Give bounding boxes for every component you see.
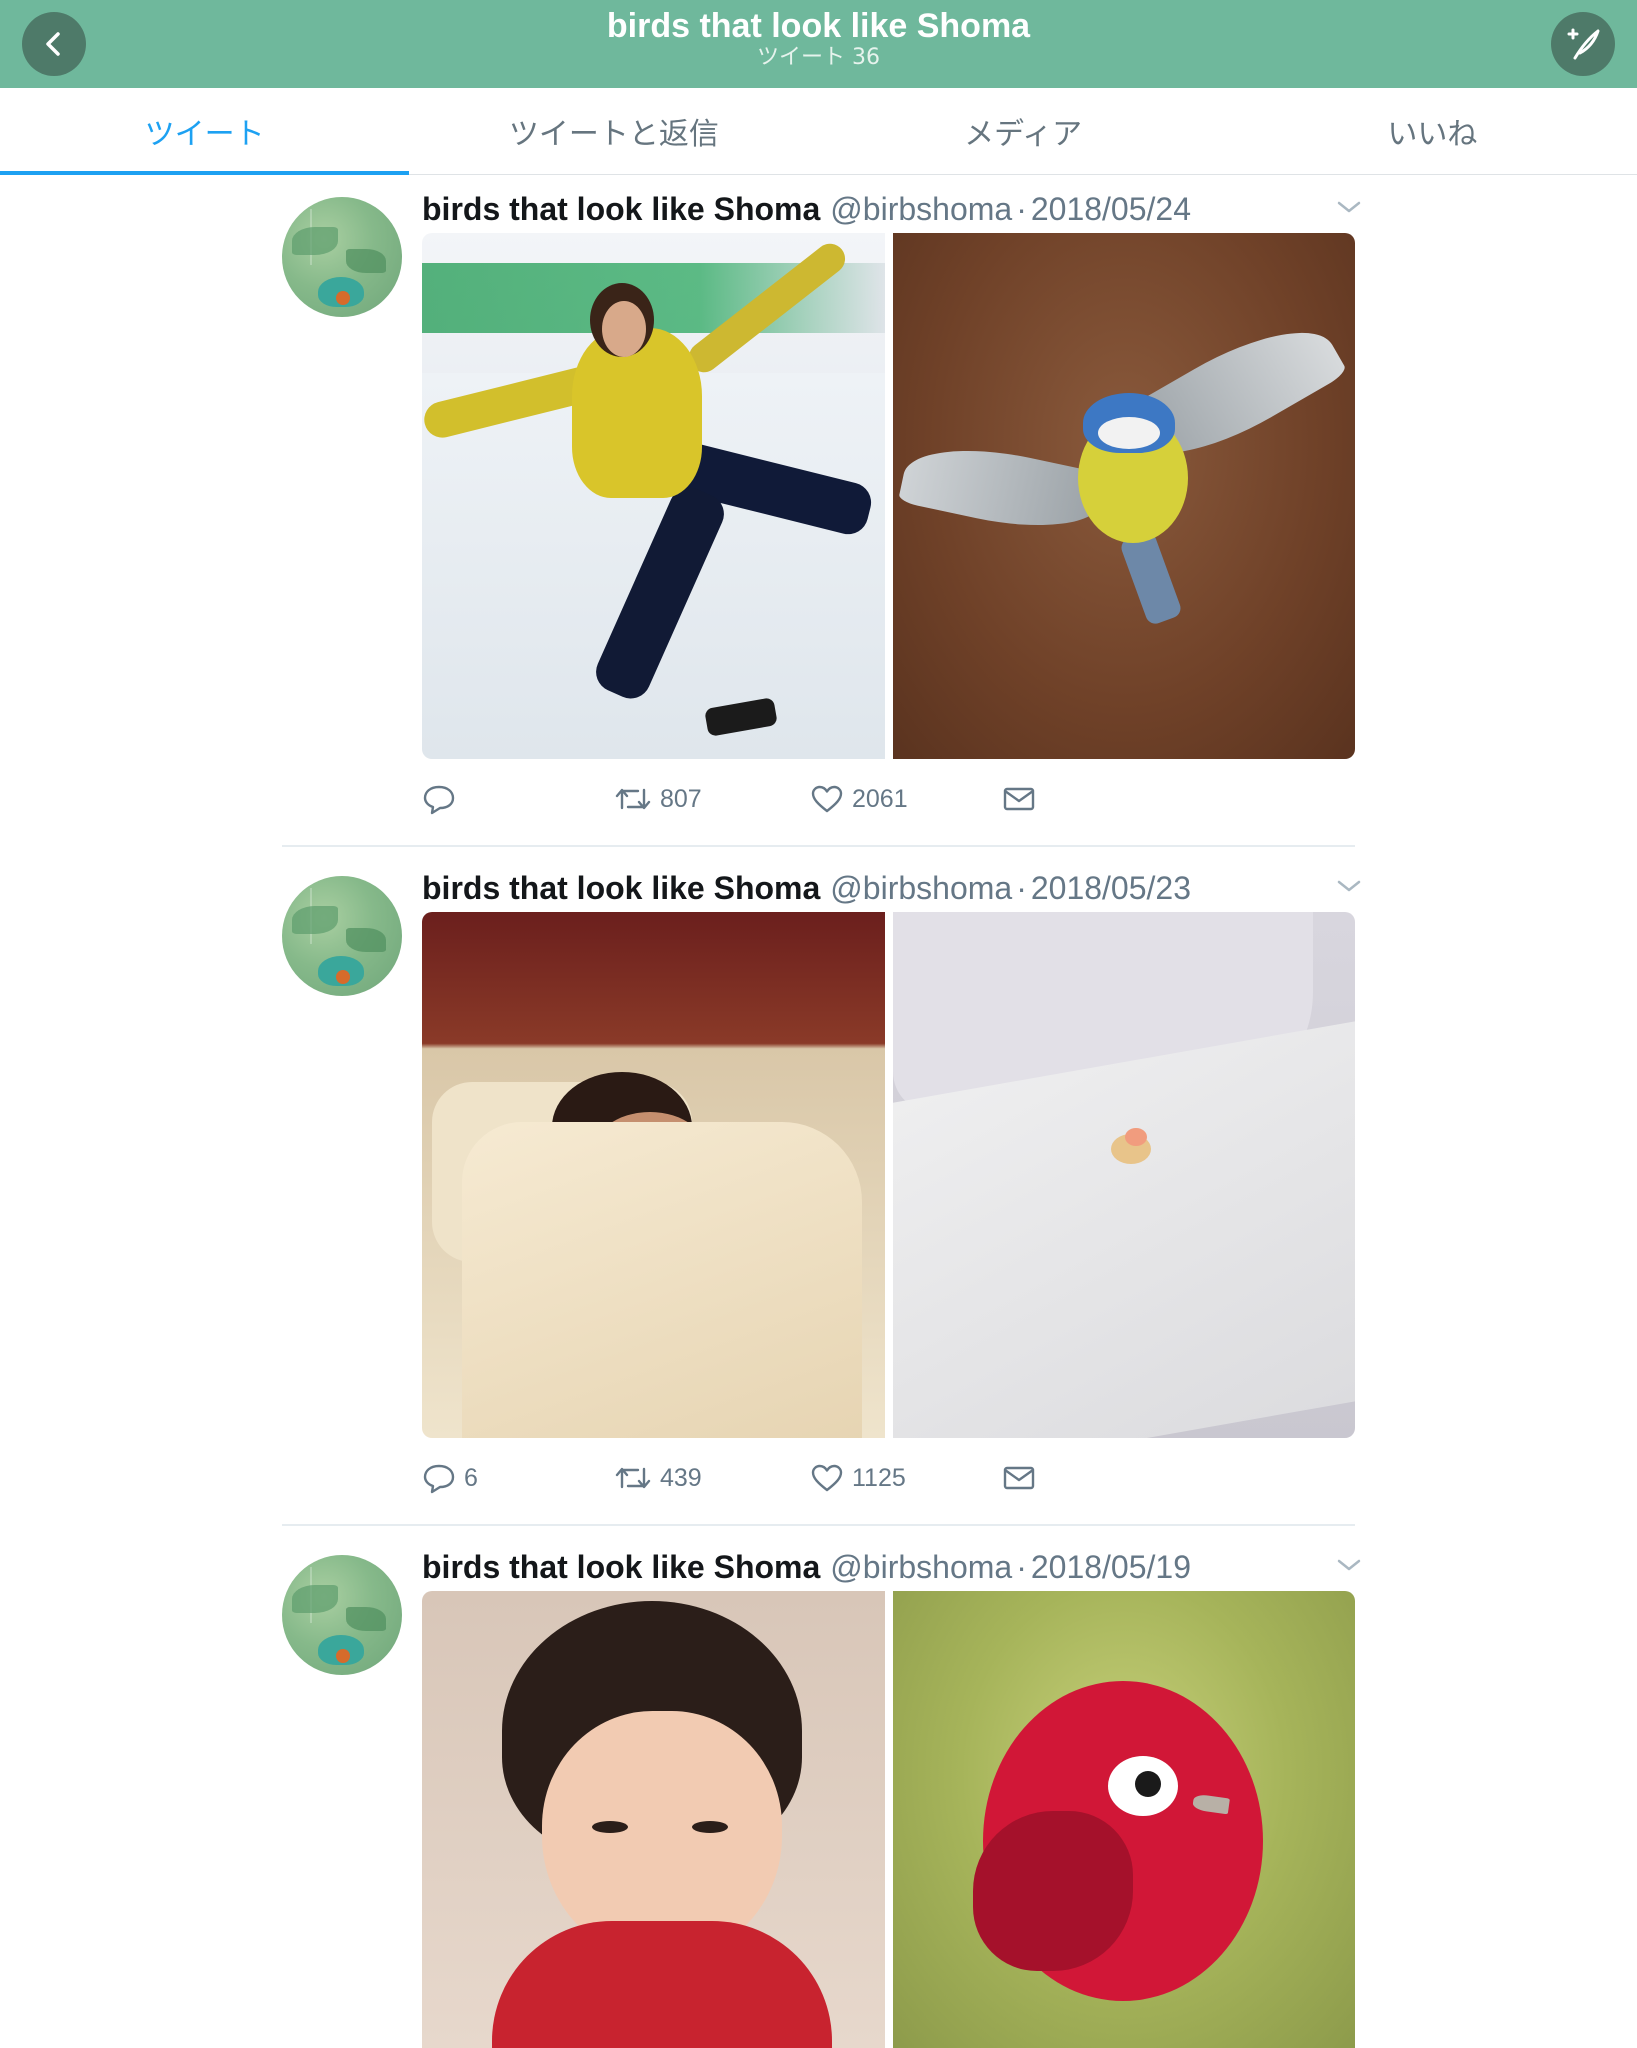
media-image-bird[interactable] (892, 912, 1355, 1438)
tweet[interactable]: birds that look like Shoma @birbshoma · … (282, 175, 1361, 855)
profile-tabs: ツイート ツイートと返信 メディア いいね (0, 88, 1637, 175)
handle[interactable]: @birbshoma (830, 1549, 1012, 1586)
heart-icon (811, 785, 843, 813)
tab-tweets[interactable]: ツイート (0, 88, 410, 175)
retweet-count: 807 (660, 784, 702, 813)
avatar[interactable] (282, 197, 402, 317)
media-image-skater[interactable] (422, 233, 885, 759)
tweet-actions: 6 439 1125 (422, 1452, 1122, 1504)
retweet-icon (615, 1467, 651, 1489)
media-image-person[interactable] (422, 912, 885, 1438)
top-bar: birds that look like Shoma ツイート 36 (0, 0, 1637, 88)
tweet-media[interactable] (422, 912, 1355, 1438)
separator: · (1016, 1548, 1027, 1585)
chevron-down-icon[interactable] (1335, 197, 1363, 217)
chevron-down-icon[interactable] (1335, 876, 1363, 896)
like-button[interactable]: 2061 (810, 773, 908, 825)
tweet-count: ツイート 36 (757, 45, 880, 70)
display-name[interactable]: birds that look like Shoma (422, 1549, 820, 1586)
media-image-child[interactable] (422, 1591, 885, 2048)
media-image-bird[interactable] (892, 1591, 1355, 2048)
like-count: 1125 (852, 1463, 906, 1492)
reply-icon (423, 785, 455, 815)
heart-icon (811, 1464, 843, 1492)
envelope-icon (1003, 1466, 1035, 1490)
reply-button[interactable] (422, 773, 464, 825)
tweet-actions: 807 2061 (422, 773, 1122, 825)
media-image-bird[interactable] (892, 233, 1355, 759)
tweet[interactable]: birds that look like Shoma @birbshoma · … (282, 854, 1361, 1534)
timestamp[interactable]: 2018/05/24 (1031, 191, 1191, 228)
tab-media[interactable]: メディア (819, 88, 1228, 174)
divider (282, 845, 1355, 847)
handle[interactable]: @birbshoma (830, 870, 1012, 907)
dm-button[interactable] (1002, 1452, 1036, 1504)
like-count: 2061 (852, 784, 908, 813)
avatar[interactable] (282, 876, 402, 996)
compose-button[interactable] (1551, 12, 1615, 76)
retweet-count: 439 (660, 1463, 702, 1492)
timestamp[interactable]: 2018/05/23 (1031, 870, 1191, 907)
tweet[interactable]: birds that look like Shoma @birbshoma · … (282, 1533, 1361, 2048)
avatar[interactable] (282, 1555, 402, 1675)
tab-tweets-and-replies[interactable]: ツイートと返信 (409, 88, 818, 174)
reply-count: 6 (464, 1463, 478, 1492)
envelope-icon (1003, 787, 1035, 811)
tweet-media[interactable] (422, 1591, 1355, 2048)
retweet-icon (615, 788, 651, 810)
retweet-button[interactable]: 439 (614, 1452, 702, 1504)
tweet-media[interactable] (422, 233, 1355, 759)
reply-button[interactable]: 6 (422, 1452, 478, 1504)
display-name[interactable]: birds that look like Shoma (422, 870, 820, 907)
tab-likes[interactable]: いいね (1228, 88, 1637, 174)
divider (282, 1524, 1355, 1526)
handle[interactable]: @birbshoma (830, 191, 1012, 228)
separator: · (1016, 869, 1027, 906)
compose-tweet-icon (1567, 28, 1600, 60)
reply-icon (423, 1464, 455, 1494)
retweet-button[interactable]: 807 (614, 773, 702, 825)
dm-button[interactable] (1002, 773, 1036, 825)
chevron-down-icon[interactable] (1335, 1555, 1363, 1575)
separator: · (1016, 190, 1027, 227)
page-title: birds that look like Shoma (606, 7, 1031, 45)
like-button[interactable]: 1125 (810, 1452, 906, 1504)
timestamp[interactable]: 2018/05/19 (1031, 1549, 1191, 1586)
display-name[interactable]: birds that look like Shoma (422, 191, 820, 228)
